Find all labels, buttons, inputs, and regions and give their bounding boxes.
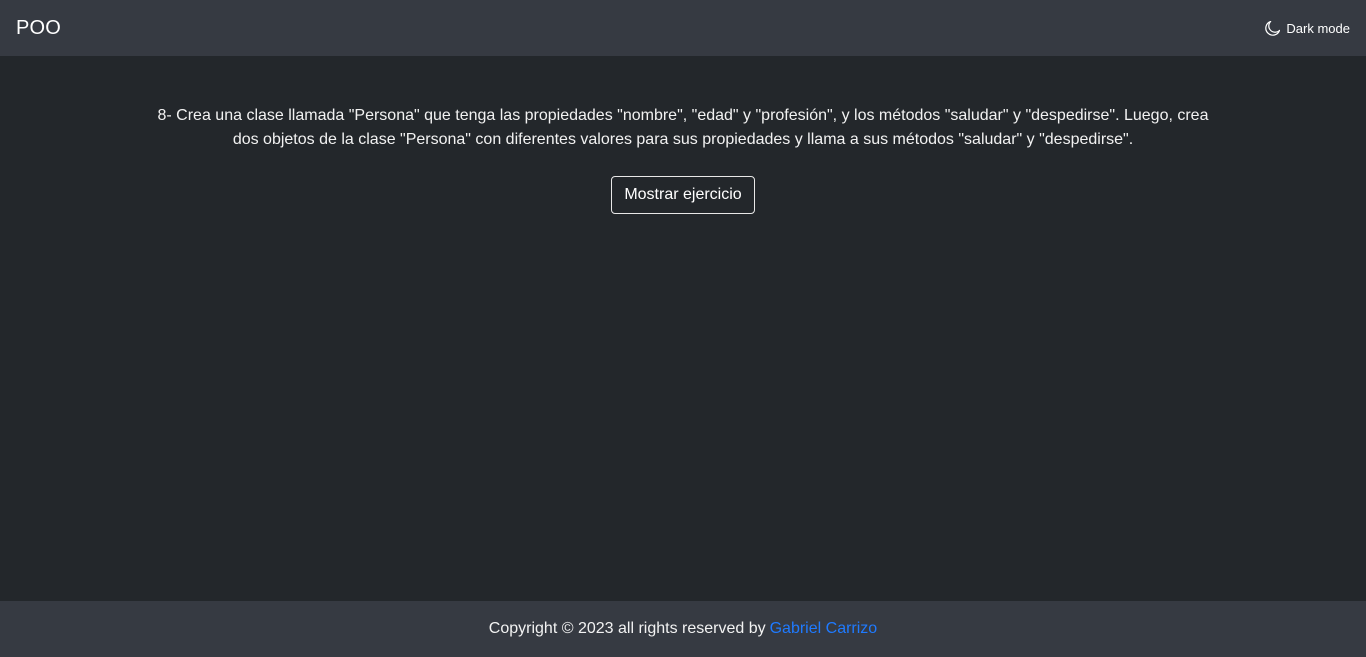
copyright-text: Copyright © 2023 all rights reserved by [488,620,766,637]
show-exercise-button[interactable]: Mostrar ejercicio [611,176,755,214]
moon-icon [1265,20,1281,36]
author-link[interactable]: Gabriel Carrizo [770,620,878,638]
main-content: 8- Crea una clase llamada "Persona" que … [0,56,1366,601]
brand-link[interactable]: POO [16,17,61,40]
page: POO Dark mode 8- Crea una clase llamada … [0,0,1366,657]
navbar: POO Dark mode [0,0,1366,56]
exercise-description: 8- Crea una clase llamada "Persona" que … [157,107,1209,148]
footer: Copyright © 2023 all rights reserved by … [0,601,1366,657]
dark-mode-label: Dark mode [1286,20,1350,36]
dark-mode-toggle[interactable]: Dark mode [1265,20,1350,36]
